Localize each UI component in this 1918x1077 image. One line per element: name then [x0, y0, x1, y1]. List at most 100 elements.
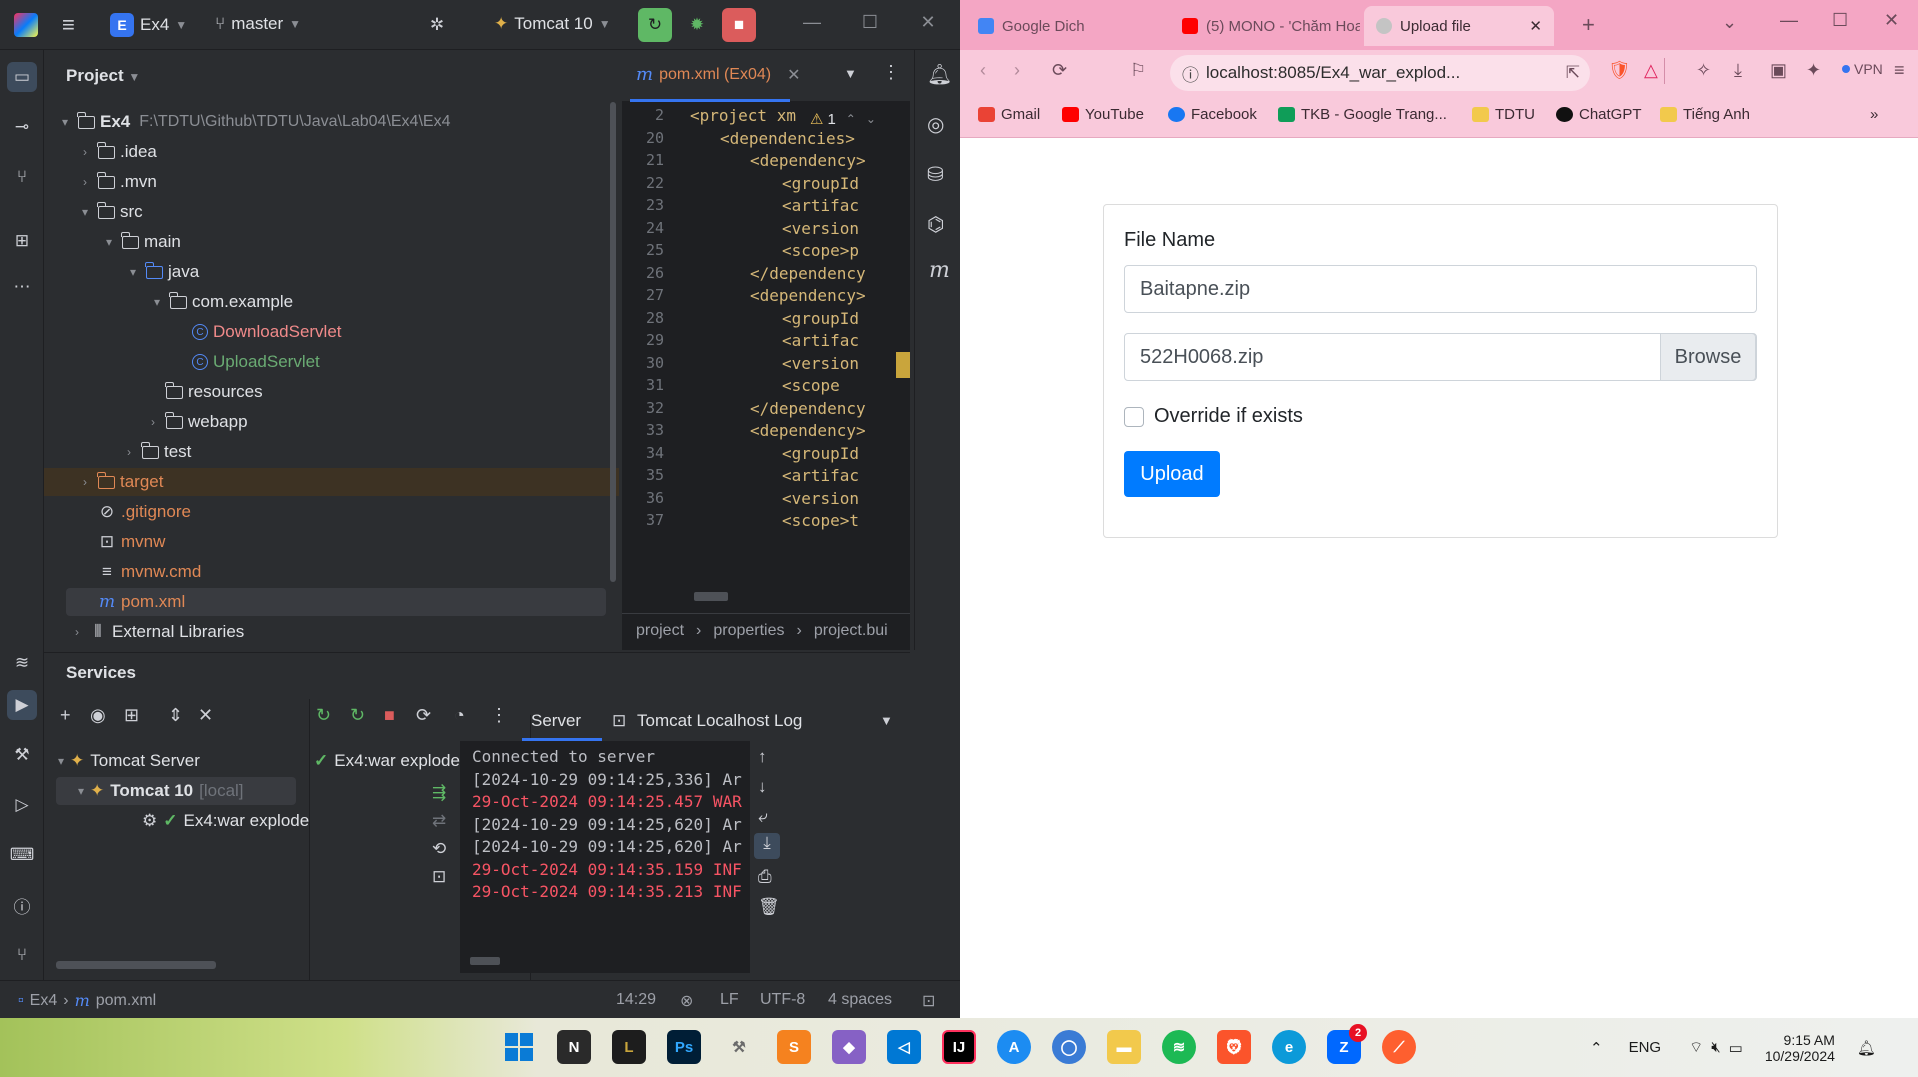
tree-item-src[interactable]: ▾ src — [78, 198, 143, 226]
battery-icon[interactable]: ▭ — [1729, 1039, 1743, 1057]
signal-icon[interactable]: ◯ — [1052, 1030, 1086, 1064]
tree-item-tomcat-10[interactable]: ▾ ✦ Tomcat 10 [local] — [56, 777, 296, 805]
breadcrumb-item[interactable]: properties — [713, 622, 784, 640]
bookmark-icon[interactable]: ⚐ — [1130, 60, 1146, 81]
bookmark-tieng-anh[interactable]: Tiếng Anh — [1660, 106, 1750, 123]
tab-search-icon[interactable]: ⌄ — [1722, 12, 1737, 33]
speaker-muted-icon[interactable]: 🔇︎ — [1711, 1039, 1720, 1056]
back-icon[interactable]: ‹ — [980, 60, 986, 81]
debug-icon[interactable]: ✹ — [680, 8, 714, 42]
bookmark-tdtu[interactable]: TDTU — [1472, 106, 1535, 123]
tree-item-external-libraries[interactable]: › ⫴ External Libraries — [70, 618, 244, 646]
extensions-icon[interactable]: ✧ — [1696, 60, 1711, 81]
structure-icon[interactable]: ⊞ — [7, 226, 37, 256]
more-options-icon[interactable]: ⋮ — [490, 705, 508, 726]
more-options-icon[interactable]: ⋮ — [882, 62, 900, 83]
code-line[interactable]: 26 </dependency — [622, 264, 910, 286]
bookmark-chatgpt[interactable]: ChatGPT — [1556, 106, 1642, 123]
file-name-input[interactable]: Baitapne.zip — [1124, 265, 1757, 313]
console-output[interactable]: Connected to server [2024-10-29 09:14:25,… — [460, 741, 750, 973]
tree-item-resources[interactable]: resources — [146, 378, 263, 406]
status-breadcrumb[interactable]: ▫ Ex4 › m pom.xml — [18, 991, 156, 1010]
tab-localhost-log[interactable]: Tomcat Localhost Log — [637, 711, 802, 731]
tree-item-downloadservlet[interactable]: C DownloadServlet — [192, 318, 342, 346]
breadcrumb-item[interactable]: project — [636, 622, 684, 640]
code-line[interactable]: 31 <scope — [622, 376, 910, 398]
tree-item-test[interactable]: › test — [122, 438, 191, 466]
tree-item-uploadservlet[interactable]: C UploadServlet — [192, 348, 320, 376]
code-line[interactable]: 27 <dependency> — [622, 286, 910, 308]
collapse-all-icon[interactable]: ✕ — [198, 705, 213, 726]
no-ai-icon[interactable]: ⊗ — [680, 991, 693, 1011]
run-config-selector[interactable]: ✦ Tomcat 10 ▼ — [494, 14, 611, 34]
code-line[interactable]: 24 <version — [622, 219, 910, 241]
code-line[interactable]: 23 <artifac — [622, 196, 910, 218]
notion-icon[interactable]: N — [557, 1030, 591, 1064]
tree-item-artifact[interactable]: ⚙ ✓ Ex4:war explode — [142, 807, 309, 835]
browser-tab-youtube[interactable]: (5) MONO - 'Chăm Hoa — [1170, 6, 1360, 46]
more-tools-icon[interactable]: ⋯ — [7, 272, 37, 302]
photoshop-icon[interactable]: Ps — [667, 1030, 701, 1064]
tree-item-webapp[interactable]: › webapp — [146, 408, 248, 436]
tree-item-com-example[interactable]: ▾ com.example — [150, 288, 293, 316]
app-store-icon[interactable]: A — [997, 1030, 1031, 1064]
code-line[interactable]: 20 <dependencies> — [622, 129, 910, 151]
sublime-icon[interactable]: S — [777, 1030, 811, 1064]
scrollbar[interactable] — [610, 102, 616, 582]
expand-all-icon[interactable]: ⇕ — [168, 705, 183, 726]
browser-tab-upload-file[interactable]: Upload file ✕ — [1364, 6, 1554, 46]
notifications-icon[interactable]: 🔔︎ — [927, 62, 952, 87]
horizontal-scrollbar[interactable] — [470, 957, 500, 965]
add-icon[interactable]: + — [60, 705, 71, 726]
forward-icon[interactable]: › — [1014, 60, 1020, 81]
tree-item-mvn[interactable]: › .mvn — [78, 168, 157, 196]
tree-item-mvnw-cmd[interactable]: ≡ mvnw.cmd — [98, 558, 201, 586]
tree-item-java[interactable]: ▾ java — [126, 258, 199, 286]
tree-item-target[interactable]: › target — [44, 468, 619, 496]
project-folder-icon[interactable]: ▭ — [7, 62, 37, 92]
scroll-to-end-icon[interactable]: ⤓ — [754, 833, 780, 859]
run-icon[interactable]: ▷ — [7, 790, 37, 820]
inspection-widget[interactable]: ⚠ 1 ⌃ ⌄ — [810, 110, 876, 129]
edit-config-icon[interactable]: ⊡ — [432, 867, 446, 887]
code-line[interactable]: 36 <version — [622, 489, 910, 511]
eye-icon[interactable]: ◉ — [90, 705, 106, 726]
tree-item-pom-xml[interactable]: m pom.xml — [66, 588, 606, 616]
chevron-up-icon[interactable]: ⌃ — [846, 112, 856, 126]
leo-icon[interactable]: ✦ — [1806, 60, 1821, 81]
arrow-down-icon[interactable]: ↓ — [758, 777, 767, 797]
code-line[interactable]: 34 <groupId — [622, 444, 910, 466]
new-tab-icon[interactable]: + — [1582, 12, 1595, 38]
code-line[interactable]: 32 </dependency — [622, 399, 910, 421]
commit-icon[interactable]: ⊸ — [7, 112, 37, 142]
visual-studio-icon[interactable]: ◆ — [832, 1030, 866, 1064]
lock-icon[interactable]: ⊡ — [922, 991, 935, 1011]
downloads-icon[interactable]: ⤓ — [1734, 60, 1742, 81]
code-line[interactable]: 30 <version — [622, 354, 910, 376]
arrow-up-icon[interactable]: ↑ — [758, 747, 767, 767]
line-separator[interactable]: LF — [720, 991, 739, 1009]
pull-requests-icon[interactable]: ⑂ — [7, 162, 37, 192]
tree-item-ex4[interactable]: ▾ Ex4 F:\TDTU\Github\TDTU\Java\Lab04\Ex4… — [58, 108, 450, 136]
upload-button[interactable]: Upload — [1124, 451, 1220, 497]
tools-icon[interactable]: ⚒ — [722, 1030, 756, 1064]
tree-item-main[interactable]: ▾ main — [102, 228, 181, 256]
input-language[interactable]: ENG — [1629, 1039, 1662, 1056]
terminal-icon[interactable]: ⌨ — [7, 840, 37, 870]
chevron-down-icon[interactable]: ⌄ — [866, 112, 876, 126]
override-checkbox-row[interactable]: Override if exists — [1124, 405, 1303, 428]
override-checkbox[interactable] — [1124, 406, 1144, 427]
bookmark-tkb[interactable]: TKB - Google Trang... — [1278, 106, 1447, 123]
reload-icon[interactable]: ⟳ — [1052, 60, 1067, 81]
python-console-icon[interactable]: ⌬ — [927, 212, 944, 237]
tab-pom-xml[interactable]: m pom.xml (Ex04) ✕ — [636, 64, 801, 85]
breadcrumb-item[interactable]: project.bui — [814, 622, 888, 640]
layers-icon[interactable]: ≋ — [7, 648, 37, 678]
print-icon[interactable]: ⎙ — [758, 867, 772, 887]
deployment-status[interactable]: ✓ Ex4:war exploded — [314, 747, 469, 775]
horizontal-scrollbar[interactable] — [694, 592, 728, 601]
code-line[interactable]: 33 <dependency> — [622, 421, 910, 443]
new-group-icon[interactable]: ⊞ — [124, 705, 139, 726]
bookmark-youtube[interactable]: YouTube — [1062, 106, 1144, 123]
zalo-icon[interactable]: Z 2 — [1327, 1024, 1367, 1064]
